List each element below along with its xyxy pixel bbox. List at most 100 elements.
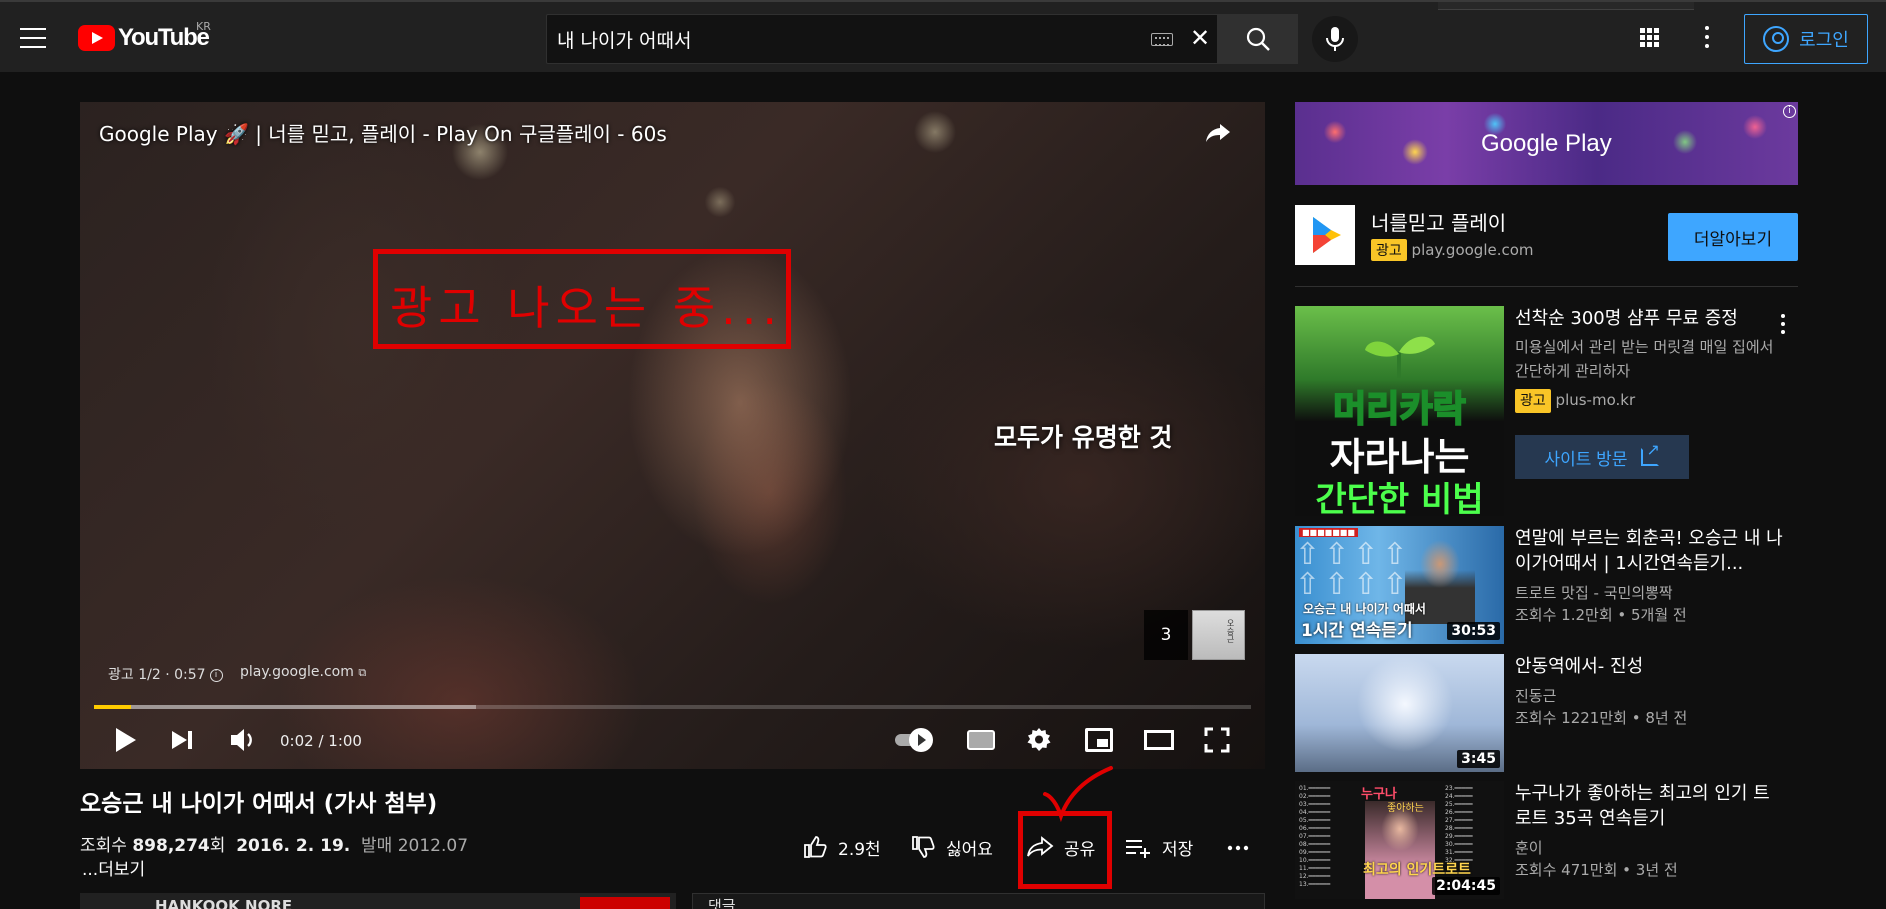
comments-label: 댓글 — [708, 897, 736, 909]
play-icon[interactable] — [112, 720, 136, 760]
visit-site-button[interactable]: 사이트 방문 — [1515, 435, 1689, 479]
menu-icon[interactable] — [20, 28, 46, 48]
promo-ad-item[interactable]: 머리카락 자라나는 간단한 비법 선착순 300명 샴푸 무료 증정 미용실에서… — [1295, 306, 1798, 520]
promo-title[interactable]: 선착순 300명 샴푸 무료 증정 — [1515, 306, 1785, 331]
dislike-button[interactable]: 싫어요 — [910, 832, 993, 862]
more-vert-icon[interactable] — [1704, 26, 1710, 50]
search-button[interactable] — [1218, 14, 1298, 64]
ad-label: 광고 — [1371, 239, 1407, 261]
thumb-caption-2: 1시간 연속듣기 — [1301, 621, 1413, 641]
progress-bar[interactable] — [94, 705, 1251, 709]
like-icon — [804, 836, 827, 858]
search-box: ✕ — [546, 14, 1218, 64]
progress-buffer — [94, 705, 476, 709]
sprout-icon — [1365, 336, 1435, 378]
clear-icon[interactable]: ✕ — [1187, 25, 1213, 51]
fullscreen-icon[interactable] — [1204, 727, 1230, 753]
upload-date: 2016. 2. 19. — [236, 836, 351, 856]
learn-more-button[interactable]: 더알아보기 — [1668, 213, 1798, 261]
login-label: 로그인 — [1799, 30, 1849, 51]
subscribe-button[interactable] — [580, 897, 670, 909]
keyboard-icon[interactable] — [1151, 33, 1173, 46]
save-button[interactable]: 저장 — [1124, 832, 1193, 862]
search-input[interactable] — [547, 15, 1127, 63]
more-actions-button[interactable] — [1226, 832, 1250, 862]
search-icon — [1246, 27, 1270, 51]
annotation-text: 광고 나오는 중... — [390, 281, 784, 335]
google-play-icon — [1295, 205, 1355, 265]
video-title[interactable]: 누구나가 좋아하는 최고의 인기 트로트 35곡 연속듣기 — [1515, 781, 1785, 831]
subtitles-icon[interactable] — [967, 730, 995, 750]
video-info: 누구나가 좋아하는 최고의 인기 트로트 35곡 연속듣기 훈이 조회수 471… — [1515, 781, 1785, 881]
account-icon — [1763, 26, 1790, 52]
settings-icon[interactable] — [1026, 727, 1052, 753]
video-thumbnail[interactable]: ■■■■■■■ ⇧⇧⇧⇧ ⇧⇧⇧⇧ 오승근 내 나이가 어때서 1시간 연속듣기 … — [1295, 526, 1504, 644]
duration-badge: 2:04:45 — [1432, 877, 1500, 895]
video-caption: 모두가 유명한 것 — [994, 423, 1173, 452]
info-icon[interactable]: i — [1783, 105, 1796, 118]
info-icon[interactable]: i — [209, 668, 223, 682]
ad-meta: 광고 play.google.com — [1371, 239, 1534, 261]
more-horiz-icon — [1227, 845, 1249, 851]
youtube-logo[interactable]: YouTube — [78, 24, 210, 52]
visit-site-label: 사이트 방문 — [1544, 449, 1628, 469]
volume-icon[interactable] — [228, 720, 256, 760]
thumb-tag: ■■■■■■■ — [1299, 528, 1358, 537]
more-vert-icon[interactable] — [1781, 314, 1785, 338]
video-title[interactable]: 연말에 부르는 회춘곡! 오승근 내 나이가어때서 | 1시간연속듣기... — [1515, 526, 1785, 576]
companion-ad[interactable]: 너를믿고 플레이 광고 play.google.com 더알아보기 — [1295, 205, 1798, 287]
promo-thumbnail[interactable]: 머리카락 자라나는 간단한 비법 — [1295, 306, 1504, 516]
promo-domain: plus-mo.kr — [1555, 391, 1636, 409]
mic-icon — [1326, 27, 1344, 51]
up-next-thumbnail[interactable] — [1192, 610, 1245, 660]
video-title[interactable]: 안동역에서- 진성 — [1515, 654, 1785, 679]
ad-banner[interactable]: Google Play i — [1295, 102, 1798, 185]
ad-domain-link[interactable]: play.google.com ⧉ — [240, 664, 366, 680]
promo-meta: 광고 plus-mo.kr — [1515, 389, 1785, 413]
ad-title[interactable]: Google Play 🚀 | 너를 믿고, 플레이 - Play On 구글플… — [99, 118, 667, 147]
external-link-icon — [1641, 440, 1660, 466]
next-icon[interactable] — [172, 720, 196, 760]
annotation-box: 광고 나오는 중... — [373, 249, 791, 349]
video-player[interactable]: Google Play 🚀 | 너를 믿고, 플레이 - Play On 구글플… — [80, 102, 1265, 769]
duration-badge: 30:53 — [1447, 622, 1500, 640]
like-button[interactable]: 2.9천 — [802, 832, 881, 862]
thumb-subtitle: 좋아하는 — [1387, 803, 1424, 814]
voice-search-button[interactable] — [1312, 16, 1358, 62]
video-meta: 조회수 471만회 • 3년 전 — [1515, 861, 1678, 879]
check-mark-annotation — [1043, 766, 1113, 823]
youtube-logo-icon — [78, 25, 115, 51]
views-suffix: 회 — [209, 836, 226, 856]
banner-text: Google Play — [1481, 130, 1612, 157]
channel-name[interactable]: 훈이 — [1515, 837, 1785, 859]
video-meta: 조회수 1.2만회 • 5개월 전 — [1515, 606, 1687, 624]
masthead: YouTube KR ✕ 로그인 — [0, 0, 1886, 72]
apps-icon[interactable] — [1640, 28, 1660, 48]
ad-app-name[interactable]: 너를믿고 플레이 — [1371, 207, 1506, 236]
ad-label: 광고 — [1515, 389, 1551, 413]
thumb-text-3: 간단한 비법 — [1315, 480, 1484, 516]
video-thumbnail[interactable]: 01.━━━━━━ 02.━━━━━━ 03.━━━━━━ 04.━━━━━━ … — [1295, 781, 1504, 899]
recommended-video[interactable]: 01.━━━━━━ 02.━━━━━━ 03.━━━━━━ 04.━━━━━━ … — [1295, 781, 1798, 899]
video-title: 오승근 내 나이가 어때서 (가사 첨부) — [80, 791, 438, 817]
video-info: 연말에 부르는 회춘곡! 오승근 내 나이가어때서 | 1시간연속듣기... 트… — [1515, 526, 1785, 626]
miniplayer-icon[interactable] — [1085, 728, 1113, 752]
ad-domain-text: play.google.com — [240, 664, 354, 680]
channel-name[interactable]: HANKOOK NORE — [155, 897, 292, 909]
time-display: 0:02 / 1:00 — [280, 732, 362, 750]
autoplay-toggle[interactable] — [895, 728, 937, 752]
recommended-video[interactable]: 3:45 안동역에서- 진성 진동근 조회수 1221만회 • 8년 전 — [1295, 654, 1798, 772]
video-thumbnail[interactable]: 3:45 — [1295, 654, 1504, 772]
more-description-link[interactable]: ...더보기 — [82, 855, 145, 880]
login-button[interactable]: 로그인 — [1744, 14, 1868, 64]
channel-name[interactable]: 트로트 맛집 - 국민의뽕짝 — [1515, 582, 1785, 604]
share-icon[interactable] — [1204, 118, 1232, 146]
recommended-video[interactable]: ■■■■■■■ ⇧⇧⇧⇧ ⇧⇧⇧⇧ 오승근 내 나이가 어때서 1시간 연속듣기 … — [1295, 526, 1798, 644]
theater-icon[interactable] — [1144, 730, 1174, 750]
promo-info: 선착순 300명 샴푸 무료 증정 미용실에서 관리 받는 머릿결 매일 집에서… — [1515, 306, 1785, 413]
channel-name[interactable]: 진동근 — [1515, 685, 1785, 707]
promo-description: 미용실에서 관리 받는 머릿결 매일 집에서 간단하게 관리하자 — [1515, 338, 1774, 380]
up-next-count[interactable]: 3 — [1144, 610, 1188, 660]
thumb-bottom-text: 최고의 인기트로트 — [1363, 862, 1471, 878]
ad-badge: 광고 1/2 · 0:57 i — [108, 664, 229, 684]
